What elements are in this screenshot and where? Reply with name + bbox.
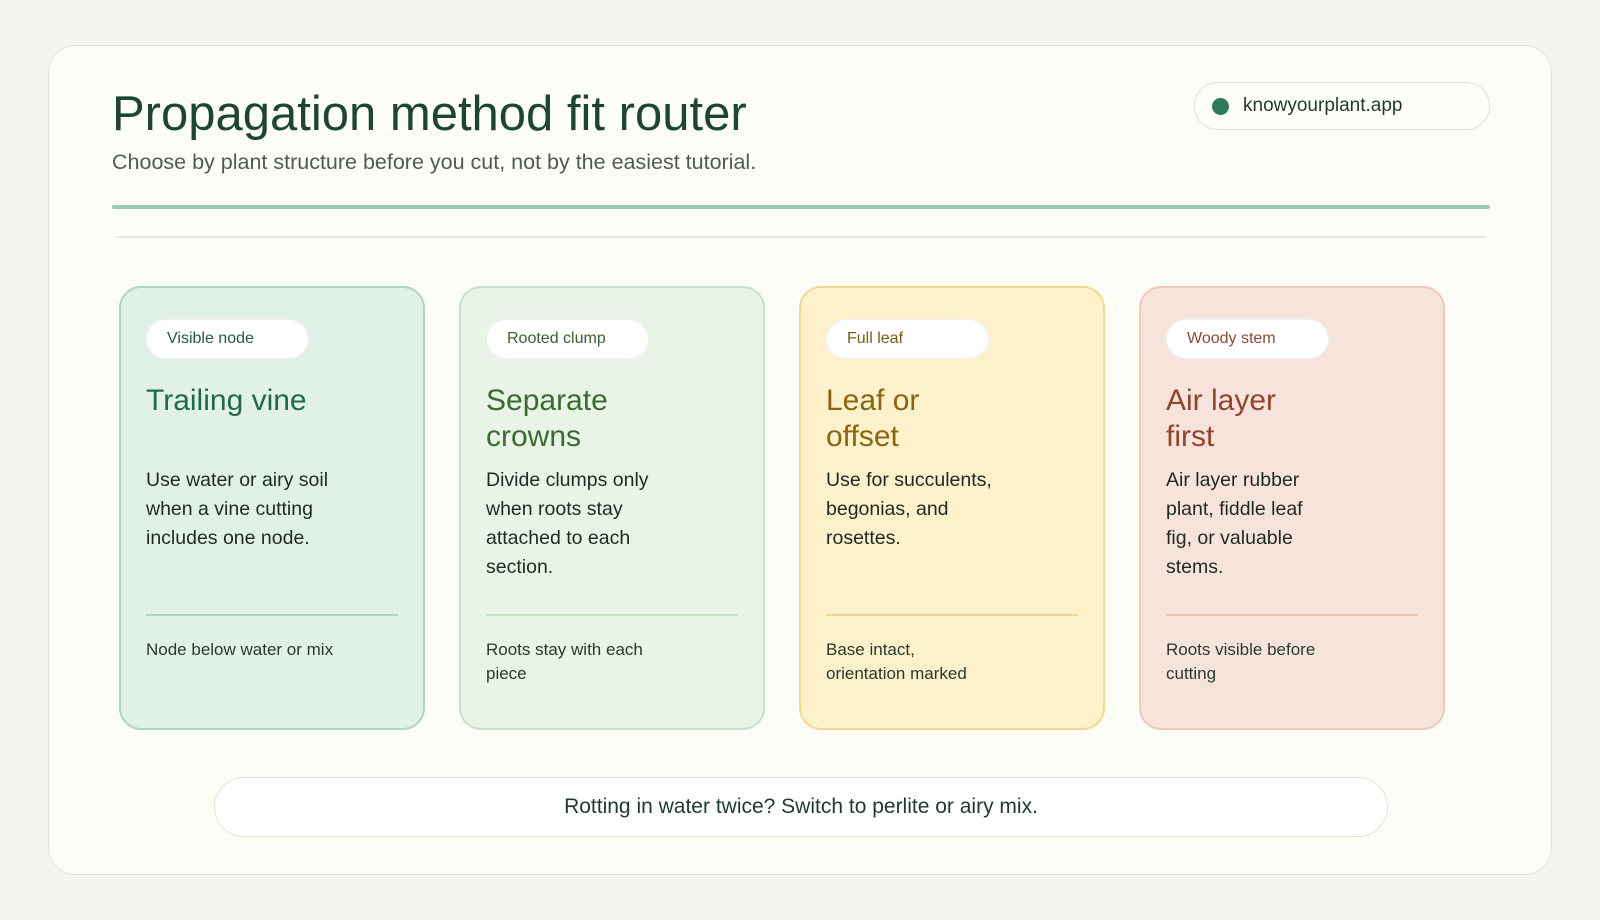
card-tag: Full leaf [826,319,989,359]
main-panel: Propagation method fit router Choose by … [48,45,1552,875]
site-badge[interactable]: knowyourplant.app [1194,82,1490,130]
card-check: Roots visible before cutting [1166,640,1316,683]
card-title: Leaf or offset [826,384,920,453]
method-card-leaf-or-offset[interactable]: Full leaf Leaf or offset Use for succule… [799,286,1105,730]
card-check: Roots stay with each piece [486,640,643,683]
card-body: Use water or airy soil when a vine cutti… [146,469,329,549]
thin-divider [116,236,1486,238]
card-tag: Woody stem [1166,319,1329,359]
card-check: Node below water or mix [146,640,334,659]
card-divider [826,614,1078,616]
site-label: knowyourplant.app [1243,95,1403,116]
tip-bar: Rotting in water twice? Switch to perlit… [214,777,1388,837]
card-body: Use for succulents, begonias, and rosett… [826,469,992,549]
card-divider [486,614,738,616]
card-tag: Visible node [146,319,309,359]
card-tag: Rooted clump [486,319,649,359]
card-body: Air layer rubber plant, fiddle leaf fig,… [1166,469,1303,578]
card-check: Base intact, orientation marked [826,640,967,683]
method-card-separate-crowns[interactable]: Rooted clump Separate crowns Divide clum… [459,286,765,730]
page-subtitle: Choose by plant structure before you cut… [112,150,757,174]
method-card-trailing-vine[interactable]: Visible node Trailing vine Use water or … [119,286,425,730]
accent-divider [112,205,1490,209]
method-card-air-layer[interactable]: Woody stem Air layer first Air layer rub… [1139,286,1445,730]
card-body: Divide clumps only when roots stay attac… [486,469,649,578]
card-title: Trailing vine [146,384,307,417]
card-divider [146,614,398,616]
status-dot-icon [1212,97,1229,115]
card-title: Separate crowns [486,384,608,453]
page-title: Propagation method fit router [112,87,747,141]
card-divider [1166,614,1418,616]
card-title: Air layer first [1166,384,1277,453]
